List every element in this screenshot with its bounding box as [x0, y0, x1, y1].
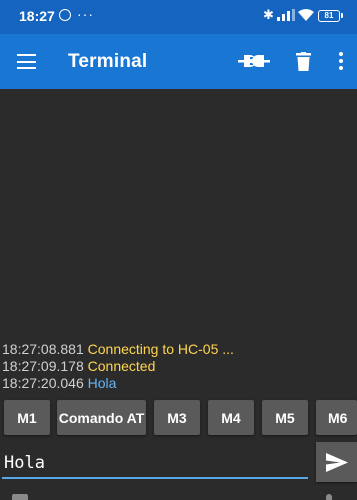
- line-text: Hola: [87, 375, 117, 391]
- terminal-output: 18:27:08.881 Connecting to HC-05 ... 18:…: [0, 341, 357, 392]
- line-text: Connected: [87, 358, 156, 374]
- plug-connect-icon[interactable]: [238, 53, 270, 69]
- send-button[interactable]: [316, 442, 357, 482]
- system-navigation-hint: [0, 492, 357, 500]
- macro-button-row: M1 Comando AT M3 M4 M5 M6: [0, 400, 357, 436]
- line-text: Connecting to HC-05 ...: [87, 341, 234, 357]
- macro-button-m6[interactable]: M6: [316, 400, 357, 435]
- send-icon: [325, 452, 348, 472]
- macro-button-m1[interactable]: M1: [4, 400, 50, 435]
- wifi-icon: [298, 9, 314, 21]
- more-vert-icon[interactable]: [339, 52, 343, 73]
- macro-button-m5[interactable]: M5: [262, 400, 308, 435]
- whatsapp-notification-icon: [59, 9, 71, 21]
- more-notifications-icon: ···: [77, 6, 94, 22]
- trash-icon[interactable]: [296, 52, 311, 71]
- bluetooth-icon: ✱: [263, 7, 274, 22]
- macro-button-m4[interactable]: M4: [208, 400, 254, 435]
- line-timestamp: 18:27:09.178: [2, 358, 84, 374]
- hamburger-menu-icon[interactable]: [17, 54, 36, 69]
- status-bar: 18:27 ··· ✱ 81: [0, 0, 357, 34]
- line-timestamp: 18:27:20.046: [2, 375, 84, 391]
- terminal-line: 18:27:08.881 Connecting to HC-05 ...: [0, 341, 357, 358]
- page-title: Terminal: [68, 51, 148, 72]
- app-bar: Terminal: [0, 34, 357, 89]
- line-timestamp: 18:27:08.881: [2, 341, 84, 357]
- macro-button-comando-at[interactable]: Comando AT: [57, 400, 146, 435]
- battery-icon: 81: [318, 10, 343, 22]
- status-time: 18:27: [19, 8, 55, 24]
- terminal-line: 18:27:20.046 Hola: [0, 375, 357, 392]
- signal-icon: [277, 9, 295, 21]
- send-text-input[interactable]: [2, 441, 308, 479]
- send-row: [0, 441, 357, 489]
- macro-button-m3[interactable]: M3: [154, 400, 200, 435]
- terminal-line: 18:27:09.178 Connected: [0, 358, 357, 375]
